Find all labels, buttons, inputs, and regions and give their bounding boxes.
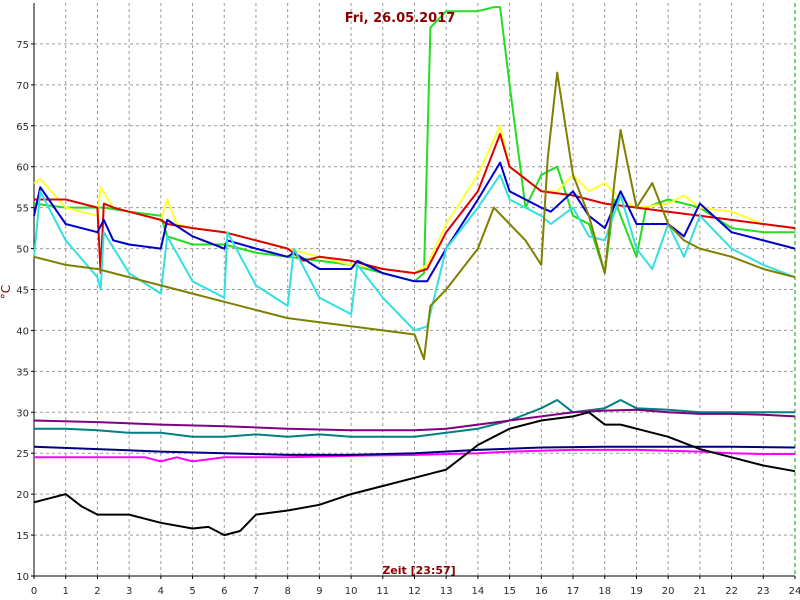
y-tick-label-1: 15 [16, 531, 29, 542]
x-tick-label-0: 0 [31, 586, 37, 597]
x-tick-label-21: 21 [694, 586, 707, 597]
y-tick-label-12: 70 [16, 81, 29, 92]
x-tick-label-4: 4 [158, 586, 164, 597]
x-tick-label-20: 20 [662, 586, 675, 597]
x-tick-label-1: 1 [63, 586, 69, 597]
x-tick-label-5: 5 [189, 586, 195, 597]
y-tick-label-8: 50 [16, 245, 29, 256]
chart-title: Fri, 26.05.2017 [345, 11, 456, 26]
x-tick-label-10: 10 [345, 586, 358, 597]
x-tick-label-19: 19 [630, 586, 643, 597]
chart-background [0, 0, 800, 600]
x-tick-label-18: 18 [598, 586, 611, 597]
y-tick-label-11: 65 [16, 122, 29, 133]
x-tick-label-22: 22 [725, 586, 738, 597]
y-tick-label-2: 20 [16, 490, 29, 501]
x-tick-label-11: 11 [376, 586, 389, 597]
y-tick-label-7: 45 [16, 286, 29, 297]
y-tick-label-5: 35 [16, 367, 29, 378]
y-axis-label: °C [0, 285, 13, 299]
x-tick-label-23: 23 [757, 586, 770, 597]
y-tick-label-4: 30 [16, 408, 29, 419]
y-tick-label-3: 25 [16, 449, 29, 460]
x-axis-label: Zeit [23:57] [382, 564, 455, 577]
y-tick-label-0: 10 [16, 572, 29, 583]
x-tick-label-13: 13 [440, 586, 453, 597]
x-tick-label-17: 17 [567, 586, 580, 597]
x-tick-label-15: 15 [503, 586, 516, 597]
x-tick-label-8: 8 [284, 586, 290, 597]
x-tick-label-9: 9 [316, 586, 322, 597]
temperature-chart: 0 1 2 3 4 5 6 7 8 9 10 11 12 13 14 15 16 17 18 19 20 21 22 23 24… [0, 0, 800, 600]
x-tick-label-14: 14 [472, 586, 485, 597]
y-tick-label-6: 40 [16, 326, 29, 337]
x-tick-label-7: 7 [253, 586, 259, 597]
x-tick-label-3: 3 [126, 586, 132, 597]
x-tick-label-2: 2 [94, 586, 100, 597]
y-tick-label-13: 75 [16, 40, 29, 51]
x-tick-label-12: 12 [408, 586, 421, 597]
y-tick-label-9: 55 [16, 204, 29, 215]
x-tick-label-24: 24 [789, 586, 800, 597]
y-tick-label-10: 60 [16, 163, 29, 174]
x-tick-label-6: 6 [221, 586, 227, 597]
x-tick-label-16: 16 [535, 586, 548, 597]
